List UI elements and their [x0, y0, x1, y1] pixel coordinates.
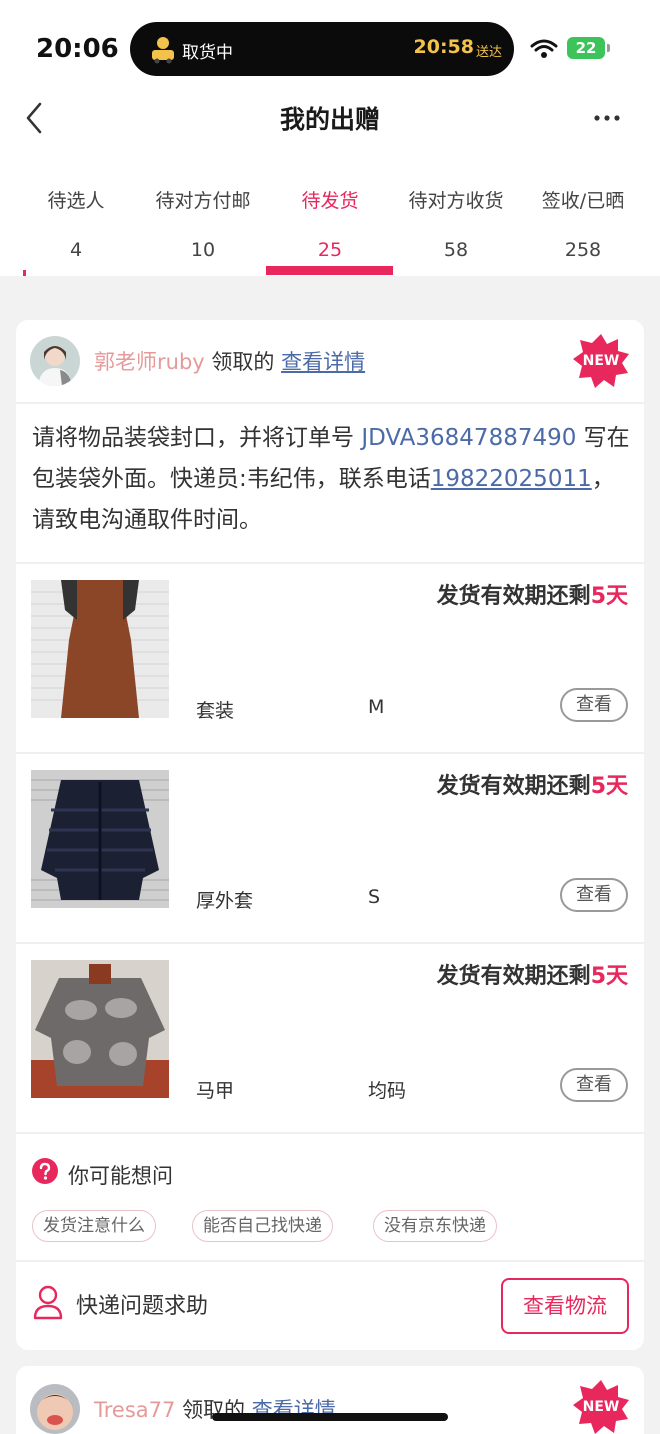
dynamic-island[interactable]: 取货中 20:58 送达	[130, 22, 514, 76]
faq-chip[interactable]: 能否自己找快递	[192, 1210, 333, 1242]
tab-label: 待对方付邮	[155, 190, 251, 212]
deadline-label: 发货有效期还剩	[436, 964, 591, 989]
battery-icon: 22	[567, 37, 605, 59]
deadline-days: 5天	[590, 584, 628, 609]
tab-pending-postage[interactable]: 待对方付邮 10	[137, 186, 269, 261]
gift-order-card: 郭老师ruby 领取的 查看详情 NEW 请将物品装袋封口，并将订单号 JDVA…	[16, 320, 644, 1350]
claim-line: 郭老师ruby 领取的 查看详情	[94, 346, 365, 376]
faq-chip[interactable]: 没有京东快递	[373, 1210, 497, 1242]
home-indicator[interactable]	[212, 1413, 448, 1421]
item-category: 厚外套	[196, 890, 254, 912]
question-icon	[32, 1158, 58, 1184]
shipping-instructions: 请将物品装袋封口，并将订单号 JDVA36847887490 写在包装袋外面。快…	[32, 418, 632, 541]
item-thumbnail[interactable]	[31, 960, 169, 1098]
instruction-text: 请将物品装袋封口，并将订单号	[32, 425, 362, 451]
gift-item: 发货有效期还剩5天 马甲 均码 查看	[16, 944, 644, 1134]
deadline-days: 5天	[590, 964, 628, 989]
item-thumbnail[interactable]	[31, 770, 169, 908]
tab-pending-receipt[interactable]: 待对方收货 58	[390, 186, 522, 261]
gift-order-card: Tresa77 领取的 查看详情 NEW	[16, 1366, 644, 1434]
tab-pending-select[interactable]: 待选人 4	[10, 186, 142, 261]
item-category: 套装	[196, 700, 235, 722]
new-badge-text: NEW	[582, 353, 620, 369]
deadline-label: 发货有效期还剩	[436, 584, 591, 609]
delivery-icon	[152, 37, 174, 64]
divider	[16, 402, 644, 404]
tab-label: 待选人	[47, 190, 105, 212]
avatar	[30, 1384, 80, 1434]
wifi-icon	[530, 39, 558, 58]
shipping-deadline: 发货有效期还剩5天	[437, 768, 628, 800]
tab-pending-shipment[interactable]: 待发货 25	[264, 186, 396, 261]
faq-title: 你可能想问	[68, 1164, 173, 1188]
deadline-days: 5天	[590, 774, 628, 799]
item-size: 均码	[368, 1080, 407, 1102]
tab-count: 58	[443, 239, 469, 261]
island-sub: 送达	[475, 45, 502, 60]
gift-item: 发货有效期还剩5天 套装 M 查看	[16, 564, 644, 754]
faq-chip[interactable]: 发货注意什么	[32, 1210, 156, 1242]
island-label: 取货中	[182, 43, 233, 63]
view-item-button[interactable]: 查看	[560, 1068, 628, 1102]
tab-label: 待发货	[301, 190, 359, 212]
item-thumbnail[interactable]	[31, 580, 169, 718]
status-time: 20:06	[36, 34, 119, 64]
page-title: 我的出赠	[279, 105, 380, 134]
tab-count: 4	[69, 239, 83, 261]
deadline-label: 发货有效期还剩	[436, 774, 591, 799]
gift-item: 发货有效期还剩5天 厚外套 S 查看	[16, 754, 644, 944]
view-details-link[interactable]: 查看详情	[281, 350, 365, 374]
island-time: 20:58	[413, 36, 474, 58]
claim-verb: 领取的	[211, 350, 275, 374]
shipping-deadline: 发货有效期还剩5天	[437, 578, 628, 610]
item-category: 马甲	[196, 1080, 235, 1102]
avatar	[30, 336, 80, 386]
courier-phone-link[interactable]: 19822025011	[431, 466, 592, 492]
person-icon	[33, 1285, 63, 1320]
claimer-name[interactable]: 郭老师ruby	[94, 350, 205, 374]
tab-indicator-remnant	[23, 270, 26, 276]
tab-active-indicator	[266, 266, 393, 275]
view-logistics-button[interactable]: 查看物流	[501, 1278, 629, 1334]
more-icon[interactable]	[592, 106, 622, 130]
tab-received[interactable]: 签收/已晒 258	[517, 186, 649, 261]
battery-nub	[607, 44, 610, 52]
divider	[16, 1260, 644, 1262]
courier-help-label[interactable]: 快递问题求助	[76, 1288, 208, 1320]
tab-label: 待对方收货	[408, 190, 504, 212]
shipping-deadline: 发货有效期还剩5天	[437, 958, 628, 990]
new-badge: NEW	[572, 1378, 630, 1434]
tab-count: 25	[317, 239, 343, 261]
view-item-button[interactable]: 查看	[560, 688, 628, 722]
tab-count: 258	[564, 239, 602, 261]
view-item-button[interactable]: 查看	[560, 878, 628, 912]
new-badge: NEW	[572, 332, 630, 390]
new-badge-text: NEW	[582, 1399, 620, 1415]
tab-label: 签收/已晒	[541, 190, 625, 212]
order-number[interactable]: JDVA36847887490	[361, 425, 576, 451]
tab-count: 10	[190, 239, 216, 261]
item-size: M	[368, 696, 385, 718]
item-size: S	[368, 886, 381, 908]
claimer-name[interactable]: Tresa77	[94, 1398, 175, 1422]
divider	[16, 1132, 644, 1134]
